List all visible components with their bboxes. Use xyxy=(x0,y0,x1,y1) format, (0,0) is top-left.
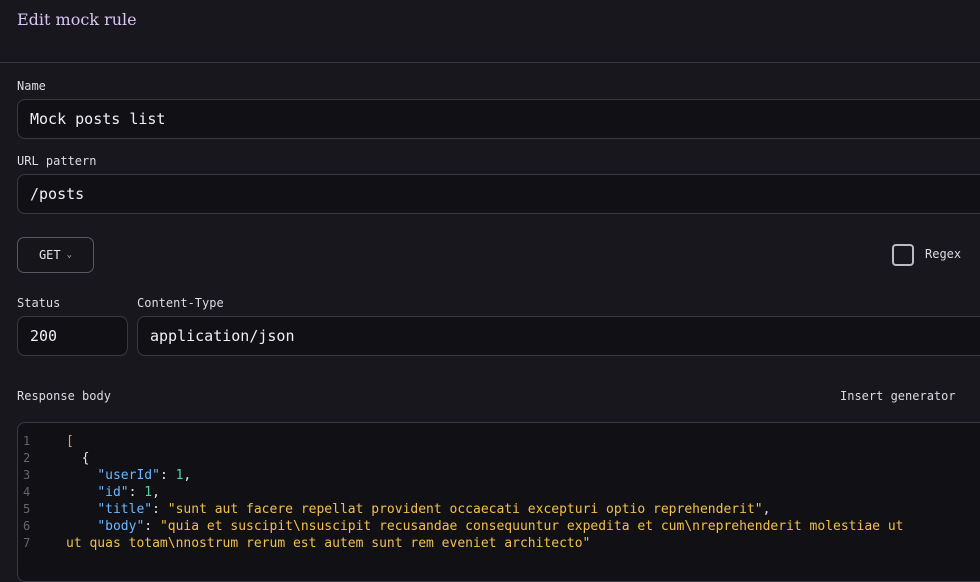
content-type-input[interactable] xyxy=(137,316,980,356)
json-number: 1 xyxy=(144,485,153,500)
method-dropdown[interactable]: GET ⌄ xyxy=(17,237,94,273)
content-type-label: Content-Type xyxy=(137,296,224,310)
json-key: "body" xyxy=(97,519,145,534)
status-input[interactable] xyxy=(17,316,128,356)
code-line: "id": 1, xyxy=(97,485,160,500)
page-title: Edit mock rule xyxy=(17,10,137,29)
json-string: "sunt aut facere repellat provident occa… xyxy=(167,502,763,517)
line-number: 2 xyxy=(23,451,31,465)
code-line: "userId": 1, xyxy=(97,468,192,483)
json-string: "quia et suscipit\nsuscipit recusandae c… xyxy=(159,519,904,534)
json-string: ut quas totam\nnostrum rerum est autem s… xyxy=(66,536,591,551)
line-number: 6 xyxy=(23,519,31,533)
status-label: Status xyxy=(17,296,61,310)
chevron-down-icon: ⌄ xyxy=(66,250,73,260)
name-input[interactable] xyxy=(17,99,980,139)
json-key: "id" xyxy=(97,485,129,500)
code-line: "title": "sunt aut facere repellat provi… xyxy=(97,502,771,517)
json-key: "title" xyxy=(97,502,153,517)
response-body-editor[interactable]: 1 2 3 4 5 6 7 [ { "userId": 1, "id": 1, … xyxy=(17,422,980,582)
regex-checkbox[interactable] xyxy=(892,244,914,266)
line-number: 5 xyxy=(23,502,31,516)
code-line: [ xyxy=(66,433,74,450)
method-value: GET xyxy=(38,248,61,262)
line-number: 4 xyxy=(23,485,31,499)
url-pattern-label: URL pattern xyxy=(17,154,97,168)
code-line: "body": "quia et suscipit\nsuscipit recu… xyxy=(97,519,904,534)
code-line: { xyxy=(66,450,90,467)
code-line: ut quas totam\nnostrum rerum est autem s… xyxy=(66,535,590,552)
brace-token: { xyxy=(66,451,90,466)
line-number: 3 xyxy=(23,468,31,482)
url-pattern-input[interactable] xyxy=(17,174,980,214)
insert-generator-button[interactable]: Insert generator xyxy=(840,389,956,403)
dialog-header: Edit mock rule xyxy=(0,0,980,63)
name-label: Name xyxy=(17,79,46,93)
line-number: 1 xyxy=(23,434,31,448)
regex-label: Regex xyxy=(925,247,962,261)
response-body-label: Response body xyxy=(17,389,111,403)
bracket-token: [ xyxy=(66,434,74,449)
json-key: "userId" xyxy=(97,468,160,483)
line-number: 7 xyxy=(23,536,31,550)
